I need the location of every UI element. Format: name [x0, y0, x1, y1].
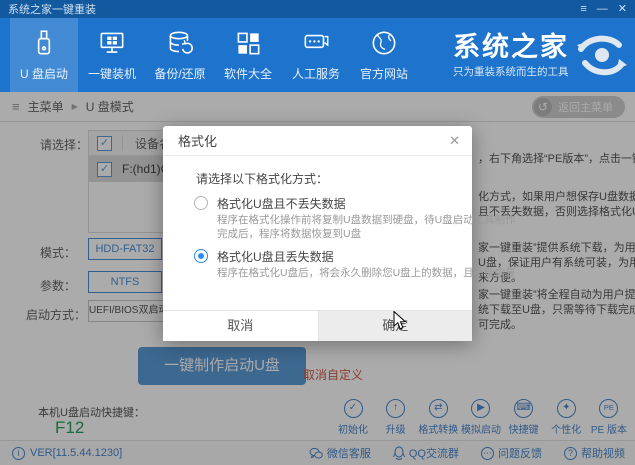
nav-tab-software[interactable]: 软件大全	[214, 18, 282, 92]
usb-icon	[37, 30, 51, 55]
cancel-button[interactable]: 取消	[163, 311, 318, 341]
window-menu-button[interactable]: ≡	[580, 0, 586, 18]
nav-tab-label: 软件大全	[223, 67, 272, 81]
radio-keep-data[interactable]	[194, 196, 208, 210]
window-minimize-button[interactable]: —	[597, 0, 608, 18]
nav-tab-website[interactable]: 官方网站	[350, 18, 418, 92]
website-icon	[372, 31, 396, 55]
brand-swoosh-icon	[577, 35, 627, 76]
nav-tab-label: U 盘启动	[19, 67, 68, 81]
nav-tab-one-click-install[interactable]: 一键装机	[78, 18, 146, 92]
nav-tab-backup-restore[interactable]: 备份/还原	[146, 18, 214, 92]
option-keep-data-desc: 完成后，程序将数据恢复到U盘	[217, 228, 362, 240]
backup-restore-icon	[169, 31, 193, 54]
window-title: 系统之家一键重装	[8, 4, 96, 16]
service-icon	[304, 34, 329, 49]
radio-lose-data[interactable]	[194, 249, 208, 263]
nav-tab-label: 一键装机	[87, 67, 136, 81]
nav-tab-usb-boot[interactable]: U 盘启动	[10, 18, 78, 92]
option-lose-data-label[interactable]: 格式化U盘且丢失数据	[217, 248, 334, 265]
brand-tagline: 只为重装系统而生的工具	[453, 65, 569, 78]
dialog-prompt: 请选择以下格式化方式：	[196, 172, 329, 186]
nav-tab-label: 官方网站	[359, 67, 408, 81]
nav-tab-label: 人工服务	[291, 67, 340, 81]
dialog-header: 格式化 ✕	[163, 126, 472, 156]
dialog-close-icon[interactable]: ✕	[449, 133, 460, 149]
mouse-cursor	[393, 310, 407, 336]
computer-icon	[100, 32, 124, 53]
brand-logo: 系统之家 只为重装系统而生的工具	[453, 18, 627, 92]
option-keep-data-label[interactable]: 格式化U盘且不丢失数据	[217, 195, 346, 212]
option-keep-data-desc: 程序在格式化操作前将复制U盘数据到硬盘，待U盘启动工具制作	[217, 214, 516, 226]
window-close-button[interactable]: ✕	[618, 0, 627, 18]
dialog-footer: 取消 确定	[163, 310, 472, 341]
software-icon	[237, 32, 260, 55]
app-window: 系统之家一键重装 ≡ — ✕ U 盘启动 一键装机 备份/还原 软件大全 人工服…	[0, 0, 635, 465]
title-bar: 系统之家一键重装 ≡ — ✕	[0, 0, 635, 18]
nav-tab-label: 备份/还原	[154, 67, 206, 81]
option-lose-data-desc: 程序在格式化U盘后，将会永久删除您U盘上的数据，且不能恢复	[217, 267, 516, 279]
format-dialog: 格式化 ✕ 请选择以下格式化方式： 格式化U盘且不丢失数据 程序在格式化操作前将…	[163, 126, 516, 341]
brand-title: 系统之家	[453, 31, 569, 62]
dialog-title: 格式化	[178, 134, 218, 149]
nav-tab-service[interactable]: 人工服务	[282, 18, 350, 92]
main-nav: U 盘启动 一键装机 备份/还原 软件大全 人工服务 官方网站 系统之家 只为重…	[0, 18, 635, 92]
